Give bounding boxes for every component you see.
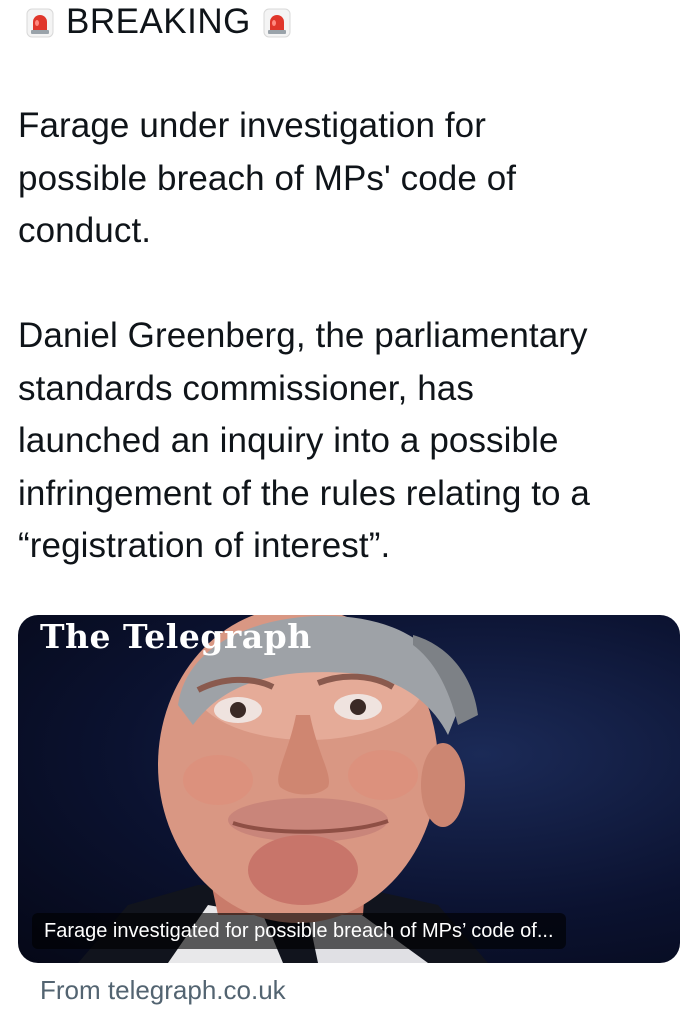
link-preview-card[interactable]: The Telegraph Farage investigated for po… [18,615,680,963]
news-photo [78,615,488,963]
telegraph-masthead: The Telegraph [40,617,312,656]
tweet-body-text: Farage under investigation for possible … [18,106,591,565]
tweet-screenshot: BREAKING Farage under investigation for … [0,0,698,1024]
rotating-light-icon [263,8,291,38]
breaking-label: BREAKING [66,2,251,41]
breaking-header: BREAKING [26,0,291,44]
rotating-light-icon [26,8,54,38]
link-card-title[interactable]: Farage investigated for possible breach … [32,913,566,949]
link-source[interactable]: From telegraph.co.uk [40,970,286,1010]
